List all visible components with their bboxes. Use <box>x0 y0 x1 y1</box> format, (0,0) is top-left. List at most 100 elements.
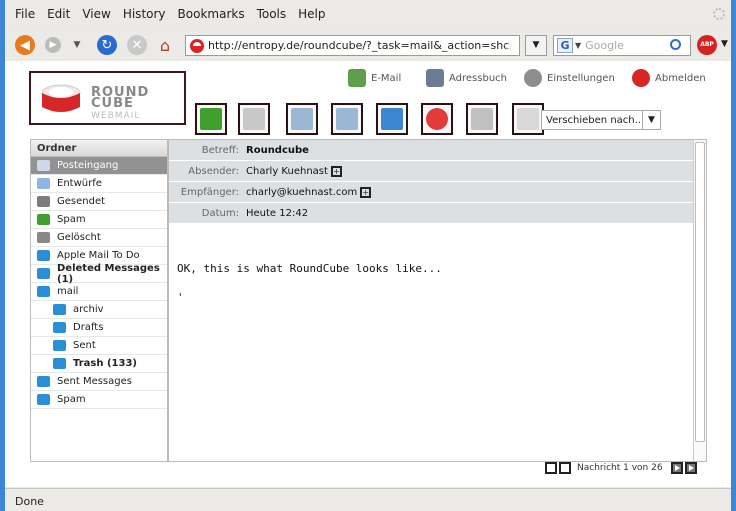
compose-button[interactable] <box>238 103 270 135</box>
folder-item[interactable]: Gesendet <box>31 193 167 211</box>
navigation-toolbar: ◀ ▶ ▼ ↻ ✕ ⌂ http://entropy.de/roundcube/… <box>5 30 731 60</box>
move-to-select[interactable]: Verschieben nach... ▼ <box>541 110 661 130</box>
previous-message-button[interactable] <box>559 462 571 474</box>
search-icon[interactable] <box>670 39 681 50</box>
last-message-button[interactable] <box>684 462 697 474</box>
home-icon[interactable]: ⌂ <box>155 35 175 55</box>
folder-label: Gelöscht <box>57 232 101 243</box>
from-row: Absender: Charly Kuehnast + <box>169 161 706 182</box>
next-message-button[interactable] <box>670 462 683 474</box>
message-headers: Betreff: Roundcube Absender: Charly Kueh… <box>169 140 706 224</box>
compose-icon <box>243 108 265 130</box>
url-dropdown-button[interactable]: ▼ <box>525 35 547 56</box>
reload-icon[interactable]: ↻ <box>97 35 117 55</box>
folder-item[interactable]: Sent <box>31 337 167 355</box>
add-contact-icon[interactable]: + <box>330 165 342 177</box>
menu-file[interactable]: File <box>15 7 35 21</box>
date-key: Datum: <box>201 207 239 219</box>
webmail-page: ROUND CUBE WEBMAIL E-Mail Adressbuch Ein… <box>5 61 731 487</box>
chevron-down-icon: ▼ <box>642 111 660 129</box>
scrollbar-thumb[interactable] <box>695 142 705 442</box>
folder-item[interactable]: Spam <box>31 211 167 229</box>
adblock-icon[interactable]: ABP <box>697 35 717 55</box>
url-text: http://entropy.de/roundcube/?_task=mail&… <box>208 39 510 52</box>
folder-label: Deleted Messages (1) <box>57 262 160 285</box>
reply-button[interactable] <box>286 103 318 135</box>
nav-email[interactable]: E-Mail <box>348 69 401 87</box>
menu-bookmarks[interactable]: Bookmarks <box>178 7 245 21</box>
nav-settings[interactable]: Einstellungen <box>524 69 615 87</box>
folder-label: Spam <box>57 394 86 405</box>
folder-icon <box>37 250 50 261</box>
reply-icon <box>291 108 313 130</box>
back-button[interactable] <box>195 103 227 135</box>
menu-help[interactable]: Help <box>298 7 325 21</box>
subject-row: Betreff: Roundcube <box>169 140 706 161</box>
adblock-dropdown-icon[interactable]: ▼ <box>721 39 728 49</box>
folder-label: Posteingang <box>57 160 119 171</box>
folder-label: Spam <box>57 214 86 225</box>
url-bar[interactable]: http://entropy.de/roundcube/?_task=mail&… <box>185 35 520 56</box>
subject-key: Betreff: <box>201 144 239 156</box>
print-button[interactable] <box>466 103 498 135</box>
from-key: Absender: <box>188 165 239 177</box>
bookmark-star-icon[interactable]: ☆ <box>503 39 514 53</box>
forward-arrow-icon[interactable]: ▶ <box>45 37 61 53</box>
folder-icon <box>37 214 50 225</box>
delete-button[interactable] <box>421 103 453 135</box>
message-pane: Betreff: Roundcube Absender: Charly Kueh… <box>168 139 707 462</box>
folder-item[interactable]: Posteingang <box>31 157 167 175</box>
menu-tools[interactable]: Tools <box>257 7 287 21</box>
menu-history[interactable]: History <box>123 7 166 21</box>
nav-addressbook-label: Adressbuch <box>449 72 507 84</box>
subject-value: Roundcube <box>246 144 309 156</box>
message-body: OK, this is what RoundCube looks like... <box>177 262 442 275</box>
folder-list: Ordner Posteingang Entwürfe Gesendet Spam Ge… <box>30 139 168 462</box>
folder-item[interactable]: mail <box>31 283 167 301</box>
folder-item[interactable]: Spam <box>31 391 167 409</box>
history-dropdown-icon[interactable]: ▼ <box>67 35 87 55</box>
delete-icon <box>426 108 448 130</box>
folder-label: Gesendet <box>57 196 106 207</box>
stop-icon[interactable]: ✕ <box>127 35 147 55</box>
add-contact-icon[interactable]: + <box>360 186 372 198</box>
folder-item[interactable]: Deleted Messages (1) <box>31 262 167 285</box>
back-arrow-icon[interactable]: ◀ <box>15 35 35 55</box>
menu-edit[interactable]: Edit <box>47 7 70 21</box>
print-icon <box>471 108 493 130</box>
logo-subtext: WEBMAIL <box>91 111 141 121</box>
to-value[interactable]: charly@kuehnast.com <box>246 187 357 198</box>
message-body-extra: ' <box>177 291 184 304</box>
message-scrollbar[interactable] <box>693 140 706 461</box>
menu-view[interactable]: View <box>82 7 110 21</box>
folder-item[interactable]: Gelöscht <box>31 229 167 247</box>
to-row: Empfänger: charly@kuehnast.com + <box>169 182 706 203</box>
from-value[interactable]: Charly Kuehnast <box>246 166 328 177</box>
folder-icon <box>53 340 66 351</box>
roundcube-logo[interactable]: ROUND CUBE WEBMAIL <box>29 71 186 125</box>
folder-label: Sent Messages <box>57 376 132 387</box>
date-value: Heute 12:42 <box>246 207 309 219</box>
search-engine-icon[interactable]: G <box>557 38 573 53</box>
folder-item[interactable]: Drafts <box>31 319 167 337</box>
folder-icon <box>37 196 50 207</box>
folder-item[interactable]: Entwürfe <box>31 175 167 193</box>
move-to-label: Verschieben nach... <box>546 114 645 126</box>
nav-logout-label: Abmelden <box>655 72 706 84</box>
chevron-down-icon[interactable]: ▼ <box>575 41 581 50</box>
site-favicon-icon <box>190 38 204 53</box>
folder-label: Drafts <box>73 322 104 333</box>
folder-item[interactable]: Trash (133) <box>31 355 167 373</box>
folder-item[interactable]: archiv <box>31 301 167 319</box>
email-icon <box>348 69 366 87</box>
date-row: Datum: Heute 12:42 <box>169 203 706 224</box>
folder-item[interactable]: Sent Messages <box>31 373 167 391</box>
first-message-button[interactable] <box>545 462 557 474</box>
nav-logout[interactable]: Abmelden <box>632 69 706 87</box>
reply-all-button[interactable] <box>331 103 363 135</box>
nav-addressbook[interactable]: Adressbuch <box>426 69 507 87</box>
folder-icon <box>37 286 50 297</box>
folder-icon <box>53 358 66 369</box>
source-button[interactable] <box>512 103 544 135</box>
forward-button[interactable] <box>376 103 408 135</box>
